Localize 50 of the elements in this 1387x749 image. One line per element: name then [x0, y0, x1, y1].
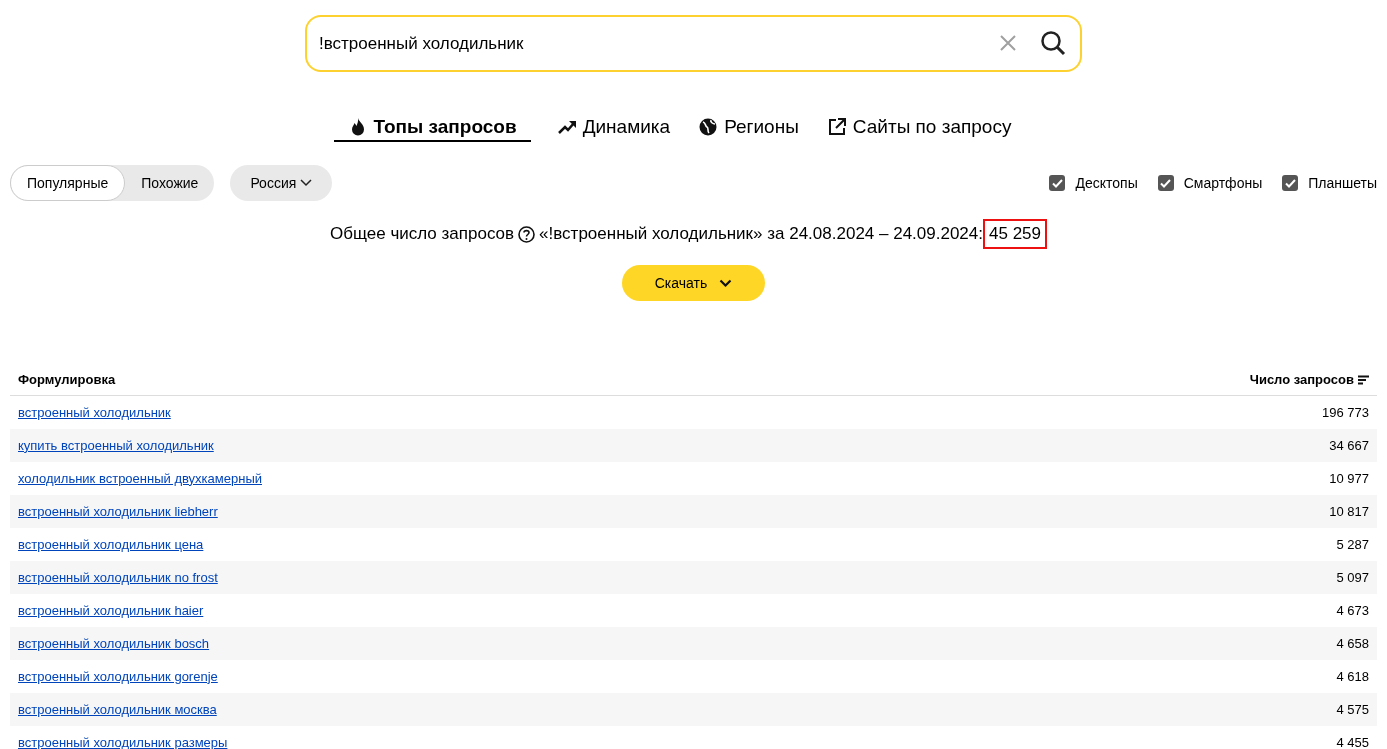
query-link[interactable]: холодильник встроенный двухкамерный: [18, 468, 262, 489]
chevron-down-icon: [719, 279, 733, 287]
search-field[interactable]: !встроенный холодильник: [305, 15, 1082, 72]
region-select[interactable]: Россия: [230, 165, 333, 201]
query-link[interactable]: встроенный холодильник размеры: [18, 732, 228, 749]
search-icon[interactable]: [1040, 30, 1066, 56]
table-cell-text: 4 455: [1336, 733, 1369, 749]
table-cell-text: 34 667: [1329, 436, 1369, 455]
table-cell-text: 4 618: [1336, 667, 1369, 686]
table-cell-text: 10 817: [1329, 502, 1369, 521]
checkbox-label: Десктопы: [1075, 173, 1138, 193]
checkbox[interactable]: [1049, 175, 1066, 191]
table-cell-text: 5 097: [1336, 568, 1369, 587]
tab[interactable]: Сайты по запросу: [824, 114, 1014, 142]
query-link[interactable]: купить встроенный холодильник: [18, 435, 214, 456]
query-link[interactable]: встроенный холодильник: [18, 402, 171, 423]
toggle-option[interactable]: Популярные: [10, 165, 126, 201]
query-link[interactable]: встроенный холодильник no frost: [18, 567, 218, 588]
query-link[interactable]: встроенный холодильник bosch: [18, 633, 210, 654]
query-link[interactable]: встроенный холодильник haier: [18, 600, 204, 621]
table-cell-text: 4 575: [1336, 700, 1369, 719]
download-button[interactable]: Скачать: [622, 265, 765, 301]
table-cell-text: 10 977: [1329, 469, 1369, 488]
column-header: Формулировка: [18, 370, 116, 389]
external-link-icon: [826, 117, 847, 137]
checkbox[interactable]: [1157, 175, 1174, 191]
table-cell-text: 5 287: [1336, 535, 1369, 554]
total-count: 45 259: [983, 219, 1047, 249]
column-header[interactable]: Число запросов: [1249, 369, 1354, 390]
globe-icon: [698, 117, 719, 137]
summary-period: «!встроенный холодильник» за 24.08.2024 – 24.09.2024:: [539, 223, 983, 246]
chevron-down-icon: [300, 179, 313, 187]
tab[interactable]: Динамика: [554, 114, 673, 142]
sort-icon[interactable]: [1358, 374, 1369, 385]
query-link[interactable]: встроенный холодильник москва: [18, 699, 217, 720]
toggle-option[interactable]: Похожие: [125, 165, 215, 201]
checkbox[interactable]: [1282, 175, 1299, 191]
table-cell-text: 4 658: [1336, 634, 1369, 653]
checkbox-label: Смартфоны: [1183, 173, 1263, 193]
table-cell-text: 4 673: [1336, 601, 1369, 620]
tab[interactable]: Регионы: [696, 114, 801, 142]
checkbox-label: Планшеты: [1308, 173, 1377, 193]
close-icon[interactable]: [1000, 35, 1016, 51]
table-cell-text: 196 773: [1322, 403, 1369, 422]
summary-label: Общее число запросов: [330, 223, 515, 246]
help-icon[interactable]: [518, 225, 536, 243]
query-link[interactable]: встроенный холодильник gorenje: [18, 666, 218, 687]
query-link[interactable]: встроенный холодильник цена: [18, 534, 204, 555]
tab[interactable]: Топы запросов: [333, 114, 531, 142]
query-link[interactable]: встроенный холодильник liebherr: [18, 501, 218, 522]
